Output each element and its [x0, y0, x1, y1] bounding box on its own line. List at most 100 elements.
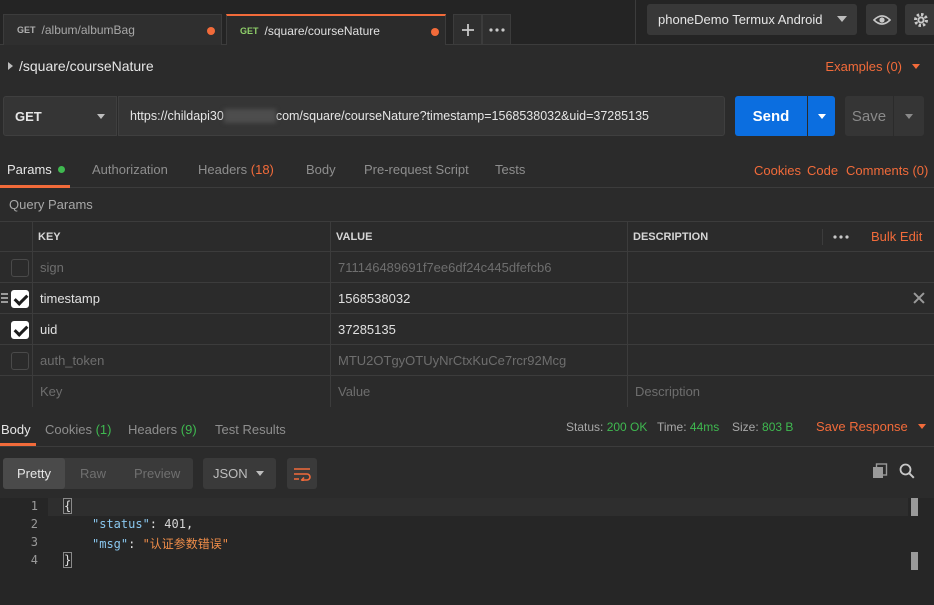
request-name-label: /square/courseNature — [19, 58, 154, 74]
format-select[interactable]: JSON — [203, 458, 276, 489]
response-time: Time: 44ms — [657, 420, 719, 434]
tab-body[interactable]: Body — [306, 162, 336, 177]
code-line: { — [62, 498, 73, 514]
response-tab-headers[interactable]: Headers (9) — [128, 422, 197, 437]
search-response-button[interactable] — [899, 463, 915, 482]
tab-tests[interactable]: Tests — [495, 162, 525, 177]
url-input[interactable]: https://childapi30 com/square/courseNatu… — [118, 96, 725, 136]
cookies-link[interactable]: Cookies — [754, 163, 801, 178]
close-icon[interactable] — [912, 291, 926, 305]
param-key[interactable]: sign — [40, 252, 64, 282]
environment-select[interactable]: phoneDemo Termux Android — [647, 4, 857, 35]
url-prefix: https://childapi30 — [130, 109, 224, 123]
send-options-button[interactable] — [808, 96, 835, 136]
copy-response-button[interactable] — [872, 463, 888, 482]
environment-quick-look-button[interactable] — [866, 4, 897, 35]
send-button[interactable]: Send — [735, 96, 807, 136]
redacted-region — [223, 109, 276, 123]
time-label: Time: — [657, 420, 687, 434]
wrap-lines-button[interactable] — [287, 458, 317, 489]
manage-environments-button[interactable] — [905, 4, 934, 35]
column-divider — [330, 345, 331, 375]
time-value: 44ms — [689, 420, 720, 434]
status-value: 200 OK — [606, 420, 648, 434]
code-line: } — [62, 552, 73, 568]
divider — [635, 0, 636, 45]
response-body-editor[interactable]: 1 { 2 "status": 401, 3 "msg": "认证参数错误" 4… — [0, 498, 934, 605]
comments-link[interactable]: Comments (0) — [846, 163, 928, 178]
param-enabled-checkbox[interactable] — [11, 321, 29, 339]
eye-icon — [872, 14, 891, 25]
tab-label: Body — [306, 162, 336, 177]
description-column-header: DESCRIPTION — [633, 230, 709, 243]
request-tab-album[interactable]: GET /album/albumBag — [3, 14, 222, 45]
chevron-down-icon — [256, 471, 264, 476]
code-line: "msg": "认证参数错误" — [92, 535, 229, 552]
save-options-button[interactable] — [894, 96, 924, 136]
request-name[interactable]: /square/courseNature — [8, 57, 154, 75]
new-tab-button[interactable] — [453, 14, 482, 45]
tab-method: GET — [240, 25, 259, 36]
param-value[interactable]: 1568538032 — [338, 283, 410, 313]
param-value[interactable]: 711146489691f7ee6df24c445dfefcb6 — [338, 252, 552, 282]
param-enabled-checkbox[interactable] — [11, 259, 29, 277]
response-tab-body[interactable]: Body — [1, 422, 31, 437]
save-response-dropdown[interactable]: Save Response — [816, 419, 926, 434]
current-line-highlight — [48, 498, 908, 516]
tab-label: /album/albumBag — [41, 23, 135, 37]
param-enabled-checkbox[interactable] — [11, 352, 29, 370]
tab-label: Cookies — [45, 422, 92, 437]
view-mode-preview[interactable]: Preview — [134, 458, 180, 489]
new-param-value-input[interactable]: Value — [338, 376, 370, 407]
column-divider — [627, 314, 628, 344]
tab-label: Authorization — [92, 162, 168, 177]
code-link[interactable]: Code — [807, 163, 838, 178]
tab-headers[interactable]: Headers (18) — [198, 162, 274, 177]
param-key[interactable]: auth_token — [40, 345, 104, 375]
save-button[interactable]: Save — [845, 96, 893, 136]
open-brace: { — [62, 498, 73, 514]
tab-label: Test Results — [215, 422, 286, 437]
scrollbar-marker[interactable] — [911, 498, 918, 516]
param-enabled-checkbox[interactable] — [11, 290, 29, 308]
json-value: 401 — [164, 517, 186, 531]
http-method-select[interactable]: GET — [3, 96, 117, 136]
scrollbar-marker[interactable] — [911, 552, 918, 570]
tab-authorization[interactable]: Authorization — [92, 162, 168, 177]
request-tab-coursenature[interactable]: GET /square/courseNature — [226, 14, 446, 45]
column-divider — [32, 222, 33, 251]
response-tab-cookies[interactable]: Cookies (1) — [45, 422, 111, 437]
response-tab-test-results[interactable]: Test Results — [215, 422, 286, 437]
tab-pre-request-script[interactable]: Pre-request Script — [364, 162, 469, 177]
new-param-description-input[interactable]: Description — [635, 376, 700, 407]
view-mode-pretty[interactable]: Pretty — [3, 458, 65, 489]
chevron-down-icon — [817, 113, 826, 119]
format-label: JSON — [213, 466, 248, 481]
column-divider — [822, 229, 823, 245]
new-param-key-input[interactable]: Key — [40, 376, 62, 407]
more-tabs-button[interactable] — [482, 14, 511, 45]
code-line: "status": 401, — [92, 517, 193, 531]
column-divider — [330, 222, 331, 251]
size-value: 803 B — [762, 420, 794, 434]
view-mode-raw[interactable]: Raw — [80, 458, 106, 489]
column-options-button[interactable] — [833, 222, 849, 251]
param-key[interactable]: uid — [40, 314, 57, 344]
examples-dropdown[interactable]: Examples (0) — [825, 57, 920, 75]
tab-params[interactable]: Params — [7, 162, 65, 177]
column-divider — [330, 283, 331, 313]
table-row: timestamp 1568538032 — [0, 283, 934, 314]
url-suffix: com/square/courseNature?timestamp=156853… — [275, 109, 649, 123]
column-divider — [32, 283, 33, 313]
expand-triangle-icon — [8, 62, 13, 70]
json-key: "status" — [92, 517, 150, 531]
plus-icon — [461, 23, 474, 36]
drag-handle-icon[interactable] — [1, 293, 8, 303]
chevron-down-icon — [917, 424, 926, 429]
param-value[interactable]: 37285135 — [338, 314, 396, 344]
table-row: uid 37285135 — [0, 314, 934, 345]
bulk-edit-link[interactable]: Bulk Edit — [871, 222, 922, 251]
active-indicator-dot — [57, 166, 65, 173]
param-value[interactable]: MTU2OTgyOTUyNrCtxKuCe7rcr92Mcg — [338, 345, 566, 375]
param-key[interactable]: timestamp — [40, 283, 100, 313]
